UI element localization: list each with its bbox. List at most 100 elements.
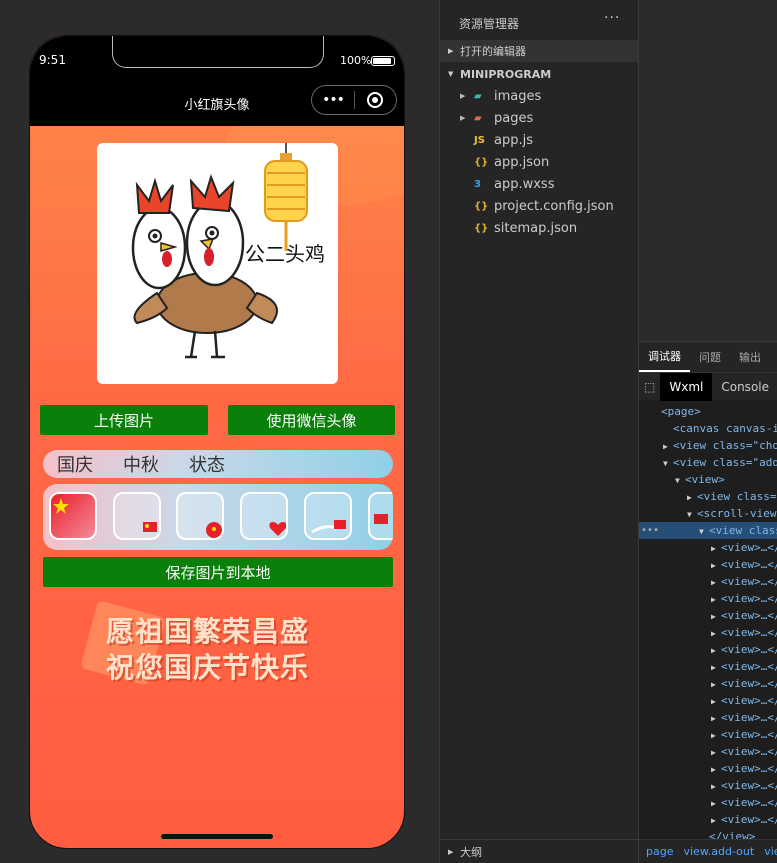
tree-item-project-config[interactable]: {} project.config.json — [460, 195, 614, 217]
use-wechat-avatar-button[interactable]: 使用微信头像 — [228, 405, 395, 435]
wxml-node[interactable]: ▶<view>…</v — [639, 624, 777, 641]
path-view[interactable]: view — [764, 845, 777, 858]
waving-flags-icon — [311, 520, 346, 534]
debugger-subtabs: ⬚ Wxml Console — [639, 372, 777, 401]
chevron-down-icon[interactable]: ▼ — [687, 506, 697, 522]
wxml-node[interactable]: ▶<view class="chose — [639, 437, 777, 454]
chevron-right-icon[interactable]: ▶ — [711, 676, 721, 692]
chevron-right-icon[interactable]: ▶ — [711, 727, 721, 743]
wxml-node[interactable]: ▶<view>…</v — [639, 760, 777, 777]
chevron-right-icon[interactable]: ▶ — [711, 812, 721, 828]
wxml-node[interactable]: ▶<view>…</v — [639, 675, 777, 692]
explorer-title: 资源管理器 — [459, 17, 520, 31]
inspect-element-icon[interactable]: ⬚ — [639, 380, 660, 394]
wxml-node[interactable]: ▶<view>…</v — [639, 743, 777, 760]
open-editors-section[interactable]: ▶ 打开的编辑器 — [440, 40, 639, 62]
css-file-icon: 3 — [474, 178, 481, 190]
outline-section[interactable]: ▶ 大纲 — [440, 839, 639, 863]
chevron-right-icon[interactable]: ▶ — [663, 438, 673, 454]
wxml-node[interactable]: ▼ <view> — [639, 471, 777, 488]
project-section[interactable]: ▼ MINIPROGRAM — [440, 63, 639, 85]
wxml-node[interactable]: ▶<view>…</v — [639, 726, 777, 743]
wxml-node-text: <view>…</v — [721, 558, 777, 571]
chevron-down-icon[interactable]: ▼ — [699, 523, 709, 539]
tree-item-pages[interactable]: ▶ ▰ pages — [460, 107, 533, 129]
flag-heart-icon — [269, 522, 286, 536]
wxml-node[interactable]: ▶<view>…</v — [639, 709, 777, 726]
flag-badge-icon — [206, 522, 222, 538]
chevron-right-icon[interactable]: ▶ — [711, 557, 721, 573]
battery-icon — [371, 56, 395, 66]
chevron-right-icon[interactable]: ▶ — [711, 608, 721, 624]
chevron-right-icon[interactable]: ▶ — [711, 778, 721, 794]
save-image-button[interactable]: 保存图片到本地 — [43, 557, 393, 587]
chevron-down-icon[interactable]: ▼ — [663, 455, 673, 471]
tree-item-sitemap[interactable]: {} sitemap.json — [460, 217, 577, 239]
china-flag-icon — [53, 498, 69, 514]
chevron-right-icon[interactable]: ▶ — [711, 693, 721, 709]
chevron-right-icon[interactable]: ▶ — [711, 642, 721, 658]
frame-option[interactable] — [240, 492, 288, 540]
tab-console[interactable]: Console — [712, 373, 777, 401]
tree-item-label: app.wxss — [494, 176, 555, 192]
tree-item-app-js[interactable]: JS app.js — [460, 129, 533, 151]
wxml-node[interactable]: ▶<view>…</v — [639, 658, 777, 675]
chevron-right-icon[interactable]: ▶ — [711, 540, 721, 556]
wxml-node[interactable]: ▶<view>…</v — [639, 794, 777, 811]
frame-option[interactable] — [49, 492, 97, 540]
tree-item-app-json[interactable]: {} app.json — [460, 151, 549, 173]
wxml-node-text: <view>…</v — [721, 592, 777, 605]
tab-national-day[interactable]: 国庆 — [57, 451, 93, 477]
chevron-right-icon[interactable]: ▶ — [711, 591, 721, 607]
wxml-node[interactable]: <page> — [639, 403, 777, 420]
wxml-node[interactable]: ▶<view>…</v — [639, 811, 777, 828]
chevron-right-icon[interactable]: ▶ — [687, 489, 697, 505]
close-mini-program-button[interactable] — [355, 92, 396, 108]
wxml-node[interactable]: ▶<view>…</v — [639, 556, 777, 573]
path-page[interactable]: page — [646, 845, 673, 858]
upload-image-button[interactable]: 上传图片 — [40, 405, 208, 435]
more-menu-button[interactable]: ••• — [312, 92, 354, 108]
path-view-add-out[interactable]: view.add-out — [683, 845, 754, 858]
wxml-node[interactable]: ▼<scroll-view c — [639, 505, 777, 522]
explorer-more-button[interactable]: ··· — [604, 10, 620, 26]
wxml-node[interactable]: ▶<view>…</v — [639, 641, 777, 658]
wxml-node[interactable]: ▶<view>…</v — [639, 539, 777, 556]
wxml-node-text: <view>…</v — [721, 575, 777, 588]
wxml-node[interactable]: ▶<view>…</v — [639, 573, 777, 590]
wxml-node[interactable]: ▶<view>…</v — [639, 607, 777, 624]
avatar-caption: 公二头鸡 — [245, 242, 325, 266]
tab-mid-autumn[interactable]: 中秋 — [123, 451, 159, 477]
chevron-right-icon[interactable]: ▶ — [711, 659, 721, 675]
frame-option[interactable] — [113, 492, 161, 540]
chevron-right-icon[interactable]: ▶ — [711, 625, 721, 641]
wxml-node[interactable]: <canvas canvas-id — [639, 420, 777, 437]
wxml-node[interactable]: ▶<view>…</v — [639, 692, 777, 709]
wxml-node-text: <view>…</v — [721, 660, 777, 673]
tab-status[interactable]: 状态 — [189, 451, 225, 477]
chevron-right-icon[interactable]: ▶ — [711, 744, 721, 760]
frame-option[interactable] — [304, 492, 352, 540]
chevron-right-icon[interactable]: ▶ — [711, 710, 721, 726]
tab-output[interactable]: 输出 — [730, 342, 770, 372]
wxml-node[interactable]: ▶<view>…</v — [639, 777, 777, 794]
wxml-node-text: <view>…</v — [721, 541, 777, 554]
chevron-right-icon[interactable]: ▶ — [711, 795, 721, 811]
chevron-down-icon[interactable]: ▼ — [675, 472, 685, 488]
tree-item-images[interactable]: ▶ ▰ images — [460, 85, 541, 107]
wxml-node[interactable]: ▼ <view class="add- — [639, 454, 777, 471]
wxml-tree[interactable]: <page> <canvas canvas-id ▶ <view class="cho… — [639, 400, 777, 845]
chevron-right-icon[interactable]: ▶ — [711, 761, 721, 777]
chevron-right-icon[interactable]: ▶ — [711, 574, 721, 590]
tab-wxml[interactable]: Wxml — [660, 372, 713, 401]
frame-option[interactable] — [368, 492, 393, 540]
wxml-node[interactable]: ▶<view class="a — [639, 488, 777, 505]
tree-item-app-wxss[interactable]: 3 app.wxss — [460, 173, 554, 195]
frame-option[interactable] — [176, 492, 224, 540]
tab-problems[interactable]: 问题 — [690, 342, 730, 372]
outline-label: 大纲 — [460, 845, 482, 859]
frame-picker-scroll[interactable] — [43, 484, 393, 550]
tab-debugger[interactable]: 调试器 — [639, 342, 690, 372]
wxml-node[interactable]: ▶<view>…</v — [639, 590, 777, 607]
wxml-node[interactable]: ▼<view class= ••• — [639, 522, 777, 539]
